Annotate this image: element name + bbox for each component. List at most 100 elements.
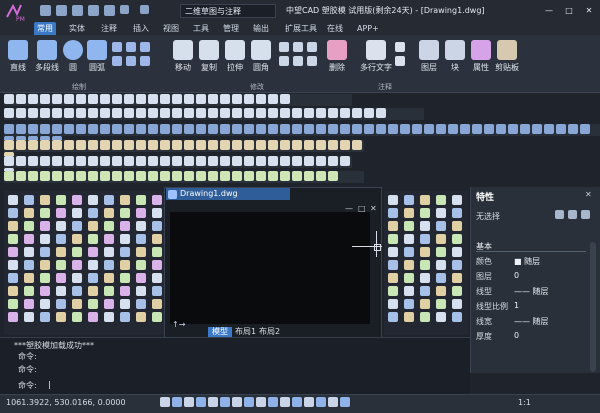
annotate-icon-1[interactable] [395, 42, 405, 52]
toolbar-row-1-tool-icon[interactable] [232, 94, 242, 104]
toolbar-row-2-tool-icon[interactable] [148, 108, 158, 118]
prop-linetype-value[interactable]: —— 随层 [514, 286, 549, 297]
toolbar-row-3-tool-icon[interactable] [220, 124, 230, 134]
toolbar-row-6-tool-icon[interactable] [136, 171, 146, 181]
annotation-scale[interactable]: 1:1 [518, 398, 531, 407]
toolbar-row-6-tool-icon[interactable] [196, 171, 206, 181]
toolbar-row-4-tool-icon[interactable] [208, 140, 218, 150]
left-palette-icon[interactable] [88, 260, 98, 270]
right-palette-icon[interactable] [388, 247, 398, 257]
toolbar-row-3-tool-icon[interactable] [532, 124, 542, 134]
toolbar-row-4-tool-icon[interactable] [352, 140, 362, 150]
left-palette-icon[interactable] [120, 234, 130, 244]
toolbar-row-6-tool-icon[interactable] [232, 171, 242, 181]
left-palette-icon[interactable] [120, 260, 130, 270]
toolbar-row-3-tool-icon[interactable] [328, 124, 338, 134]
left-palette-icon[interactable] [56, 208, 66, 218]
left-palette-icon[interactable] [56, 247, 66, 257]
left-palette-icon[interactable] [152, 273, 162, 283]
right-palette-icon[interactable] [452, 247, 462, 257]
status-toggle-icon[interactable] [316, 397, 326, 407]
right-palette-icon[interactable] [388, 208, 398, 218]
toolbar-row-6-tool-icon[interactable] [220, 171, 230, 181]
toolbar-row-5-tool-icon[interactable] [124, 156, 134, 166]
toolbar-row-4-tool-icon[interactable] [64, 140, 74, 150]
toolbar-row-3-tool-icon[interactable] [364, 124, 374, 134]
toolbar-row-2-tool-icon[interactable] [352, 108, 362, 118]
tab-app-plus[interactable]: APP+ [354, 22, 382, 35]
tab-online[interactable]: 在线 [324, 22, 346, 35]
right-palette-icon[interactable] [388, 286, 398, 296]
toolbar-row-6-tool-icon[interactable] [40, 171, 50, 181]
layers-button[interactable]: 图层 [418, 40, 440, 73]
polyline-button[interactable]: 多段线 [34, 40, 60, 73]
toolbar-row-4-tool-icon[interactable] [340, 140, 350, 150]
clipboard-button[interactable]: 剪贴板 [494, 40, 520, 73]
quick-select-icon[interactable] [568, 210, 577, 219]
left-palette-icon[interactable] [152, 312, 162, 322]
toolbar-row-3-tool-icon[interactable] [76, 124, 86, 134]
open-icon[interactable] [56, 5, 67, 16]
left-palette-icon[interactable] [24, 312, 34, 322]
left-palette-icon[interactable] [88, 234, 98, 244]
left-palette-icon[interactable] [152, 247, 162, 257]
tab-home[interactable]: 常用 [34, 22, 56, 35]
status-toggle-icon[interactable] [196, 397, 206, 407]
shape-icon-1[interactable] [112, 42, 122, 52]
toolbar-row-4-tool-icon[interactable] [88, 140, 98, 150]
toolbar-row-1-tool-icon[interactable] [244, 94, 254, 104]
toolbar-row-3-tool-icon[interactable] [448, 124, 458, 134]
toolbar-row-4-tool-icon[interactable] [112, 140, 122, 150]
toolbar-row-5-tool-icon[interactable] [208, 156, 218, 166]
toolbar-row-4-tool-icon[interactable] [256, 140, 266, 150]
left-palette-icon[interactable] [120, 195, 130, 205]
status-toggle-icon[interactable] [244, 397, 254, 407]
toolbar-row-3-tool-icon[interactable] [472, 124, 482, 134]
toolbar-row-2-tool-icon[interactable] [28, 108, 38, 118]
left-palette-icon[interactable] [8, 208, 18, 218]
left-palette-icon[interactable] [72, 247, 82, 257]
toolbar-row-1-tool-icon[interactable] [136, 94, 146, 104]
right-palette-icon[interactable] [436, 260, 446, 270]
tab-solid[interactable]: 实体 [66, 22, 88, 35]
right-palette-icon[interactable] [436, 234, 446, 244]
toolbar-row-1-tool-icon[interactable] [160, 94, 170, 104]
toolbar-row-3-tool-icon[interactable] [184, 124, 194, 134]
right-palette-icon[interactable] [436, 299, 446, 309]
right-palette-icon[interactable] [452, 195, 462, 205]
toolbar-row-5-tool-icon[interactable] [16, 156, 26, 166]
right-palette-icon[interactable] [404, 312, 414, 322]
toolbar-row-3-tool-icon[interactable] [556, 124, 566, 134]
left-palette-icon[interactable] [104, 221, 114, 231]
toolbar-row-2-tool-icon[interactable] [40, 108, 50, 118]
toolbar-row-5-tool-icon[interactable] [4, 156, 14, 166]
toolbar-row-3-tool-icon[interactable] [124, 124, 134, 134]
toolbar-row-6-tool-icon[interactable] [100, 171, 110, 181]
modify-icon-2[interactable] [293, 42, 303, 52]
right-palette-icon[interactable] [420, 247, 430, 257]
redo-icon[interactable] [140, 5, 149, 14]
left-palette-icon[interactable] [104, 273, 114, 283]
toolbar-row-3-tool-icon[interactable] [244, 124, 254, 134]
toolbar-row-5-tool-icon[interactable] [40, 156, 50, 166]
toolbar-row-3-tool-icon[interactable] [388, 124, 398, 134]
toolbar-row-5-tool-icon[interactable] [160, 156, 170, 166]
right-palette-icon[interactable] [404, 247, 414, 257]
right-palette-icon[interactable] [436, 221, 446, 231]
left-palette-icon[interactable] [56, 234, 66, 244]
left-palette-icon[interactable] [8, 273, 18, 283]
toolbar-row-2-tool-icon[interactable] [328, 108, 338, 118]
left-palette-icon[interactable] [40, 299, 50, 309]
shape-icon-4[interactable] [112, 56, 122, 66]
right-palette-icon[interactable] [452, 299, 462, 309]
left-palette-icon[interactable] [104, 195, 114, 205]
right-palette-icon[interactable] [388, 221, 398, 231]
shape-icon-6[interactable] [140, 56, 150, 66]
left-palette-icon[interactable] [56, 299, 66, 309]
tab-insert[interactable]: 插入 [130, 22, 152, 35]
toolbar-row-6-tool-icon[interactable] [16, 171, 26, 181]
save-icon[interactable] [72, 5, 83, 16]
toolbar-row-2-tool-icon[interactable] [256, 108, 266, 118]
toolbar-row-3-tool-icon[interactable] [376, 124, 386, 134]
right-palette-icon[interactable] [420, 312, 430, 322]
